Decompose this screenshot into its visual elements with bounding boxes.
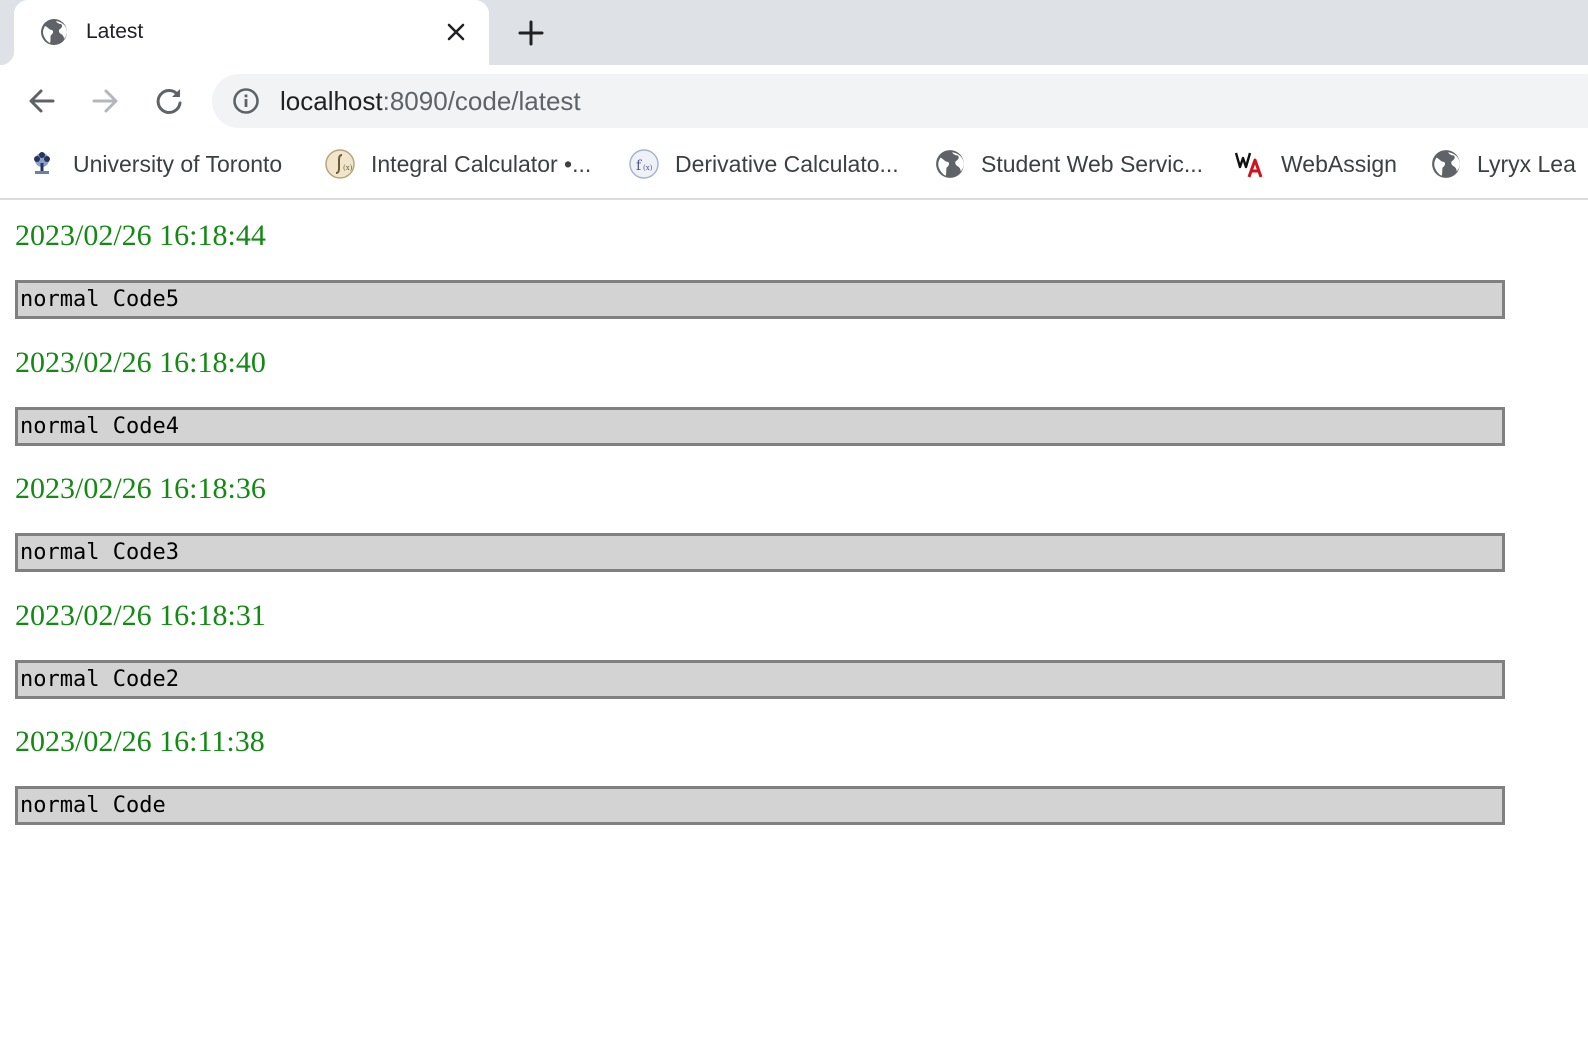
- list-item: 2023/02/26 16:18:40 normal Code4: [15, 345, 1505, 446]
- close-icon[interactable]: [442, 18, 470, 46]
- browser-toolbar: localhost:8090/code/latest: [0, 65, 1588, 137]
- browser-tab[interactable]: Latest: [0, 0, 489, 65]
- bookmark-student-web-services[interactable]: Student Web Servic...: [935, 147, 1203, 181]
- bookmark-webassign[interactable]: WebAssign: [1234, 147, 1397, 181]
- entry-timestamp: 2023/02/26 16:18:40: [15, 346, 266, 379]
- bookmark-label: Lyryx Lea: [1477, 150, 1576, 177]
- bookmark-label: Student Web Servic...: [981, 150, 1204, 177]
- globe-icon: [40, 18, 68, 46]
- entry-timestamp: 2023/02/26 16:18:44: [15, 219, 266, 252]
- entry-code-box: normal Code4: [15, 407, 1505, 446]
- integral-calculator-icon: (x): [325, 149, 355, 179]
- bookmark-university-of-toronto[interactable]: University of Toronto: [27, 147, 282, 181]
- bookmark-label: WebAssign: [1281, 150, 1397, 177]
- derivative-calculator-icon: f (x): [629, 149, 659, 179]
- entry-code-box: normal Code2: [15, 660, 1505, 699]
- entry-code-box: normal Code3: [15, 533, 1505, 572]
- globe-icon: [935, 149, 965, 179]
- entry-timestamp: 2023/02/26 16:18:36: [15, 472, 266, 505]
- reload-button[interactable]: [149, 81, 189, 121]
- uoft-crest-icon: [27, 149, 57, 179]
- webassign-icon: [1234, 149, 1265, 179]
- plus-icon: [518, 20, 544, 46]
- list-item: 2023/02/26 16:18:31 normal Code2: [15, 598, 1505, 699]
- entry-code-box: normal Code5: [15, 280, 1505, 319]
- globe-icon: [1431, 149, 1461, 179]
- forward-button[interactable]: [85, 81, 125, 121]
- bookmark-integral-calculator[interactable]: (x) Integral Calculator •...: [325, 147, 591, 181]
- tab-strip: Latest: [0, 0, 1588, 65]
- url-host: localhost: [280, 86, 383, 116]
- svg-text:(x): (x): [643, 164, 653, 172]
- entry-code-box: normal Code: [15, 786, 1505, 825]
- bookmark-derivative-calculator[interactable]: f (x) Derivative Calculato...: [629, 147, 899, 181]
- bookmark-label: University of Toronto: [73, 150, 283, 177]
- url-text[interactable]: localhost:8090/code/latest: [280, 86, 581, 116]
- entry-timestamp: 2023/02/26 16:11:38: [15, 725, 265, 758]
- bookmark-lyryx[interactable]: Lyryx Lea: [1431, 147, 1576, 181]
- svg-text:(x): (x): [343, 164, 353, 172]
- entry-timestamp: 2023/02/26 16:18:31: [15, 599, 266, 632]
- list-item: 2023/02/26 16:11:38 normal Code: [15, 724, 1505, 825]
- info-icon[interactable]: [232, 87, 260, 115]
- bookmark-label: Integral Calculator •...: [371, 150, 592, 177]
- back-button[interactable]: [22, 81, 62, 121]
- url-path: :8090/code/latest: [382, 86, 581, 116]
- address-bar[interactable]: localhost:8090/code/latest: [212, 74, 1588, 128]
- reload-icon: [156, 88, 182, 114]
- bookmarks-bar: University of Toronto (x) Integral Calcu…: [0, 137, 1588, 200]
- list-item: 2023/02/26 16:18:36 normal Code3: [15, 471, 1505, 572]
- arrow-left-icon: [29, 89, 55, 113]
- arrow-right-icon: [92, 89, 118, 113]
- bookmark-label: Derivative Calculato...: [675, 150, 899, 177]
- new-tab-button[interactable]: [515, 17, 547, 49]
- list-item: 2023/02/26 16:18:44 normal Code5: [15, 218, 1505, 319]
- tab-title: Latest: [86, 20, 144, 43]
